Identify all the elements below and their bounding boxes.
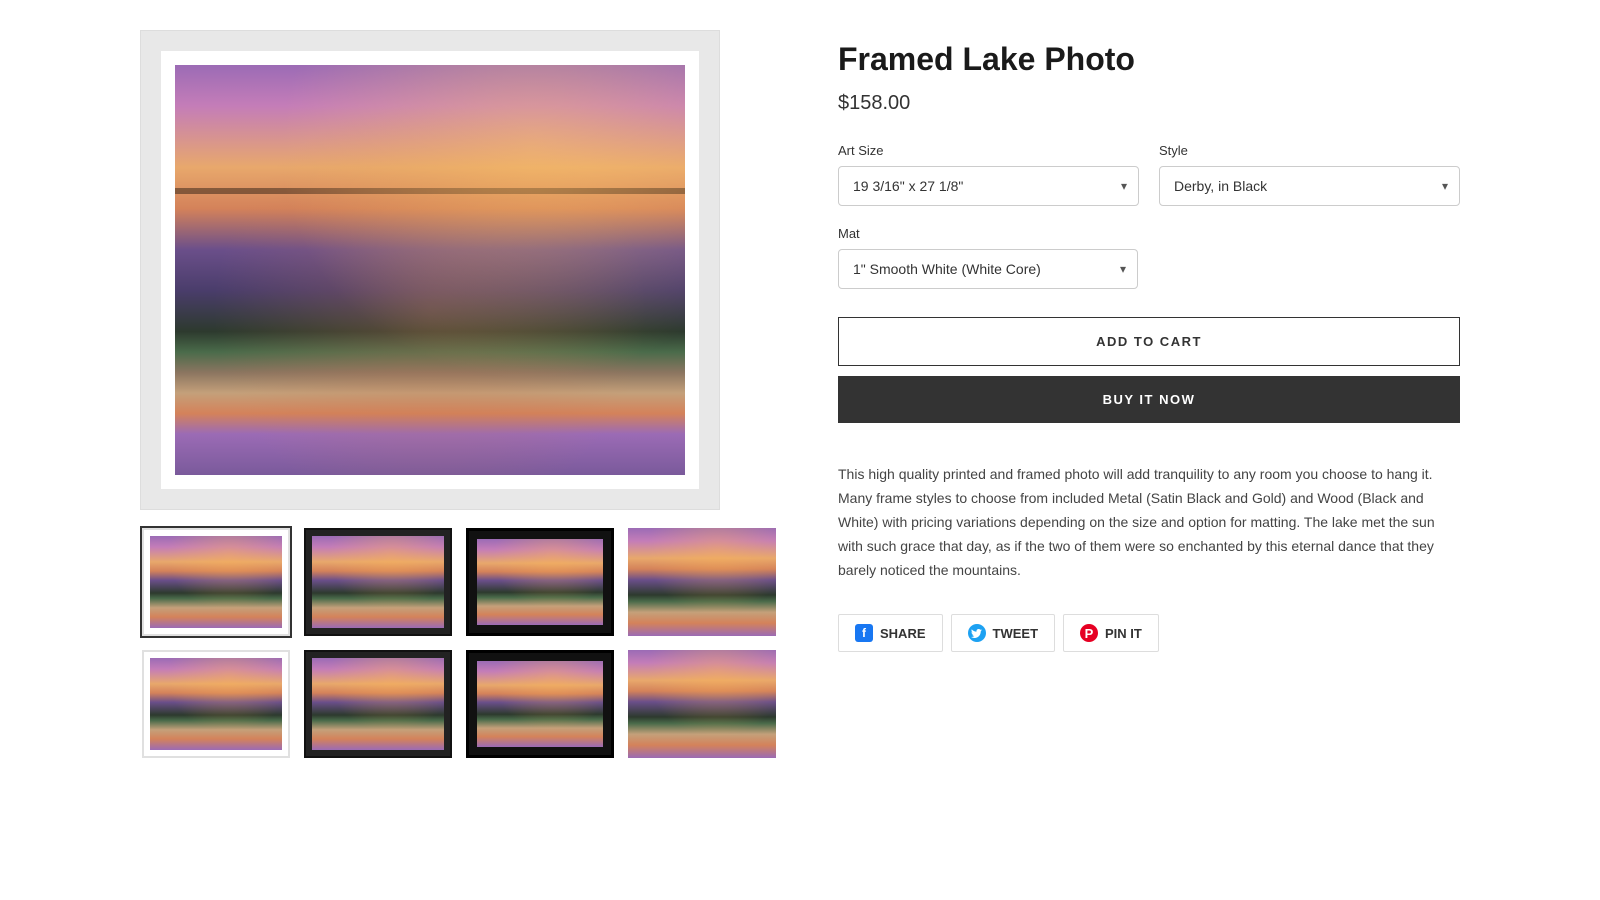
pin-label: PIN IT xyxy=(1105,626,1142,641)
thumbnail-1[interactable] xyxy=(140,526,292,638)
page-container: Framed Lake Photo $158.00 Art Size 19 3/… xyxy=(100,0,1500,790)
buy-it-now-button[interactable]: BUY IT NOW xyxy=(838,376,1460,423)
product-price: $158.00 xyxy=(838,92,1460,115)
main-image-inner xyxy=(161,51,699,489)
add-to-cart-button[interactable]: ADD TO CART xyxy=(838,317,1460,366)
thumbnail-7[interactable] xyxy=(464,648,616,760)
thumbnail-6[interactable] xyxy=(302,648,454,760)
share-button[interactable]: f SHARE xyxy=(838,614,943,652)
tweet-label: TWEET xyxy=(993,626,1039,641)
left-panel xyxy=(140,30,778,760)
tweet-button[interactable]: TWEET xyxy=(951,614,1056,652)
product-title: Framed Lake Photo xyxy=(838,40,1460,78)
twitter-icon xyxy=(968,624,986,642)
facebook-icon: f xyxy=(855,624,873,642)
thumbnail-3[interactable] xyxy=(464,526,616,638)
thumbnail-5[interactable] xyxy=(140,648,292,760)
style-select[interactable]: Derby, in Black Derby, in White Satin Bl… xyxy=(1159,166,1460,206)
share-label: SHARE xyxy=(880,626,926,641)
style-select-wrapper: Derby, in Black Derby, in White Satin Bl… xyxy=(1159,166,1460,206)
thumbnail-8[interactable] xyxy=(626,648,778,760)
product-description: This high quality printed and framed pho… xyxy=(838,463,1458,582)
art-size-label: Art Size xyxy=(838,143,1139,158)
pinterest-icon: P xyxy=(1080,624,1098,642)
thumbnail-4[interactable] xyxy=(626,526,778,638)
style-label: Style xyxy=(1159,143,1460,158)
main-product-image xyxy=(175,65,685,475)
mat-select[interactable]: 1" Smooth White (White Core) No Mat 1" B… xyxy=(838,249,1138,289)
thumbnail-2[interactable] xyxy=(302,526,454,638)
pin-button[interactable]: P PIN IT xyxy=(1063,614,1159,652)
main-image-wrapper xyxy=(140,30,720,510)
art-size-select[interactable]: 19 3/16" x 27 1/8" 12" x 18" 16" x 24" 2… xyxy=(838,166,1139,206)
mat-group: Mat 1" Smooth White (White Core) No Mat … xyxy=(838,226,1460,289)
thumbnails-grid xyxy=(140,526,778,760)
mat-select-wrapper: 1" Smooth White (White Core) No Mat 1" B… xyxy=(838,249,1138,289)
art-size-select-wrapper: 19 3/16" x 27 1/8" 12" x 18" 16" x 24" 2… xyxy=(838,166,1139,206)
mat-label: Mat xyxy=(838,226,1460,241)
right-panel: Framed Lake Photo $158.00 Art Size 19 3/… xyxy=(838,30,1460,760)
options-row: Art Size 19 3/16" x 27 1/8" 12" x 18" 16… xyxy=(838,143,1460,206)
social-buttons: f SHARE TWEET P PIN IT xyxy=(838,614,1460,652)
style-group: Style Derby, in Black Derby, in White Sa… xyxy=(1159,143,1460,206)
art-size-group: Art Size 19 3/16" x 27 1/8" 12" x 18" 16… xyxy=(838,143,1139,206)
